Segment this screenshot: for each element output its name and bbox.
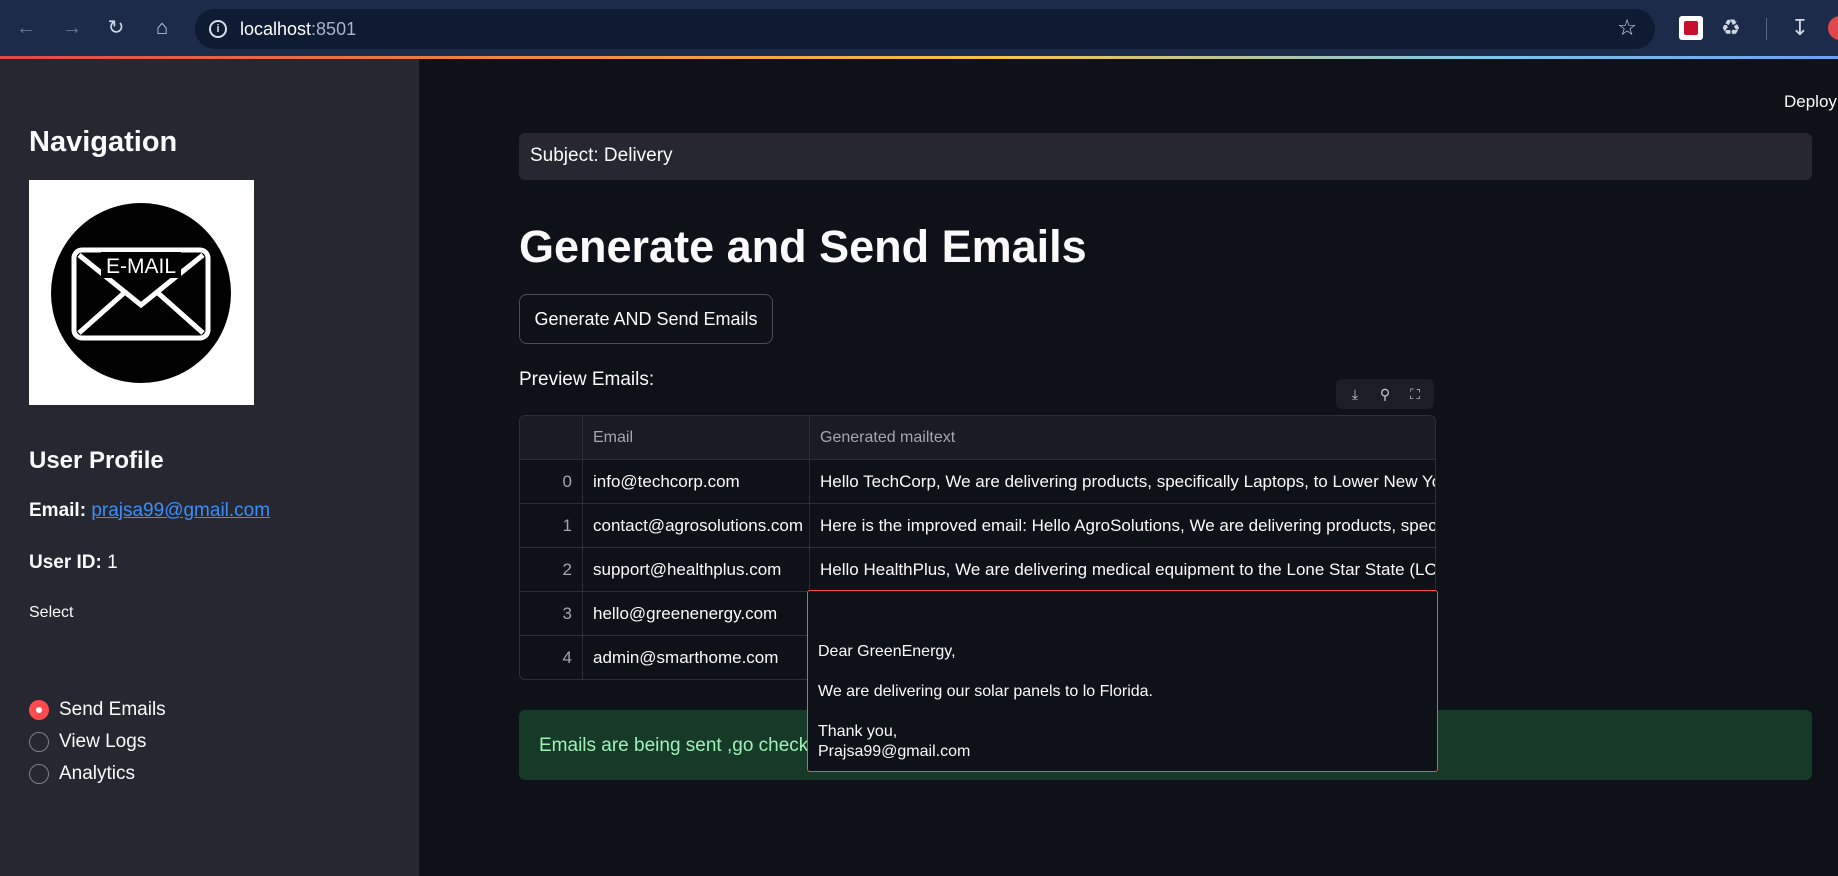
row-email[interactable]: contact@agrosolutions.com <box>583 504 810 548</box>
email-link[interactable]: prajsa99@gmail.com <box>91 500 270 521</box>
forward-icon[interactable]: → <box>58 14 86 42</box>
radio-unselected-icon[interactable] <box>29 764 49 784</box>
deploy-button[interactable]: Deploy <box>1784 92 1837 112</box>
fullscreen-icon[interactable]: ⛶ <box>1403 386 1427 403</box>
download-icon[interactable]: ↧ <box>1788 16 1812 40</box>
row-index: 3 <box>520 592 583 636</box>
download-icon[interactable]: ⤓ <box>1343 386 1367 403</box>
star-icon[interactable]: ☆ <box>1617 15 1637 41</box>
table-row[interactable]: 2 support@healthplus.com Hello HealthPlu… <box>520 548 1435 592</box>
subject-text: Subject: Delivery <box>530 145 673 166</box>
user-profile-heading: User Profile <box>29 447 164 474</box>
select-label: Select <box>29 604 74 621</box>
table-row[interactable]: 1 contact@agrosolutions.com Here is the … <box>520 504 1435 548</box>
sidebar-title: Navigation <box>29 126 178 158</box>
row-mailtext[interactable]: Here is the improved email: Hello AgroSo… <box>810 504 1435 548</box>
cell-expanded-editor[interactable]: Dear GreenEnergy, We are delivering our … <box>807 590 1438 772</box>
mcafee-extension-icon[interactable] <box>1679 16 1703 40</box>
popup-body: We are delivering our solar panels to lo… <box>818 683 1153 700</box>
radio-label: View Logs <box>59 731 147 752</box>
generate-send-button[interactable]: Generate AND Send Emails <box>519 294 773 344</box>
user-email: Email: prajsa99@gmail.com <box>29 500 270 522</box>
subject-box: Subject: Delivery <box>519 133 1812 180</box>
userid-value: 1 <box>107 552 118 573</box>
header-email[interactable]: Email <box>583 416 810 460</box>
row-mailtext[interactable]: Hello HealthPlus, We are delivering medi… <box>810 548 1435 592</box>
table-toolbar: ⤓ ⚲ ⛶ <box>1336 379 1434 409</box>
userid-label: User ID: <box>29 552 102 573</box>
radio-unselected-icon[interactable] <box>29 732 49 752</box>
popup-greeting: Dear GreenEnergy, <box>818 643 956 660</box>
radio-label: Send Emails <box>59 699 166 720</box>
row-index: 2 <box>520 548 583 592</box>
user-id: User ID: 1 <box>29 552 118 574</box>
row-index: 0 <box>520 460 583 504</box>
header-index <box>520 416 583 460</box>
row-email[interactable]: support@healthplus.com <box>583 548 810 592</box>
radio-send-emails[interactable]: Send Emails <box>29 697 166 723</box>
row-mailtext[interactable]: Hello TechCorp, We are delivering produc… <box>810 460 1435 504</box>
browser-toolbar: ← → ↻ ⌂ i localhost:8501 ☆ ♻ ↧ <box>0 0 1838 58</box>
row-index: 1 <box>520 504 583 548</box>
back-icon[interactable]: ← <box>12 14 40 42</box>
address-bar[interactable]: i localhost:8501 ☆ <box>195 9 1655 49</box>
site-info-icon[interactable]: i <box>209 20 227 38</box>
radio-analytics[interactable]: Analytics <box>29 761 135 787</box>
radio-selected-icon[interactable] <box>29 700 49 720</box>
search-icon[interactable]: ⚲ <box>1373 386 1397 403</box>
success-message: Emails are being sent ,go check l <box>539 735 818 756</box>
popup-signature: Prajsa99@gmail.com <box>818 743 971 760</box>
reload-icon[interactable]: ↻ <box>102 14 130 42</box>
preview-label: Preview Emails: <box>519 369 655 390</box>
extensions-icon[interactable]: ♻ <box>1721 16 1745 40</box>
email-label: Email: <box>29 500 87 521</box>
table-row[interactable]: 0 info@techcorp.com Hello TechCorp, We a… <box>520 460 1435 504</box>
row-index: 4 <box>520 636 583 679</box>
email-logo: E-MAIL <box>29 180 254 405</box>
url-text[interactable]: localhost:8501 <box>240 19 356 40</box>
row-email[interactable]: info@techcorp.com <box>583 460 810 504</box>
profile-avatar[interactable] <box>1828 16 1838 40</box>
radio-view-logs[interactable]: View Logs <box>29 729 146 755</box>
page-title: Generate and Send Emails <box>519 221 1087 272</box>
row-email[interactable]: admin@smarthome.com <box>583 636 810 679</box>
row-email[interactable]: hello@greenenergy.com <box>583 592 810 636</box>
header-mailtext[interactable]: Generated mailtext <box>810 416 1435 460</box>
logo-text: E-MAIL <box>106 255 176 278</box>
home-icon[interactable]: ⌂ <box>148 14 176 42</box>
table-header: Email Generated mailtext <box>520 416 1435 460</box>
popup-closing: Thank you, <box>818 723 898 740</box>
toolbar-divider <box>1766 18 1767 40</box>
radio-label: Analytics <box>59 763 136 784</box>
